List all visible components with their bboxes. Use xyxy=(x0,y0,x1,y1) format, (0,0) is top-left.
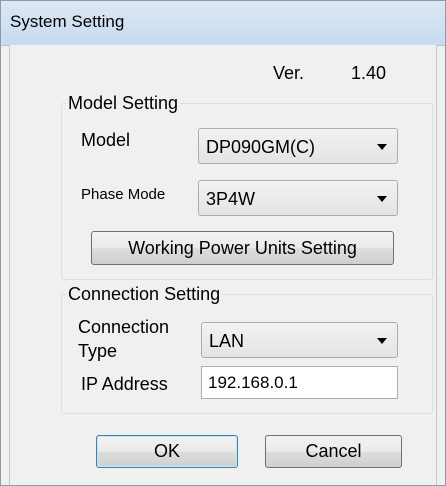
model-dropdown[interactable]: DP090GM(C) xyxy=(198,128,398,164)
chevron-down-icon[interactable] xyxy=(377,196,387,202)
version-label: Ver. xyxy=(273,63,305,83)
connection-type-dropdown[interactable]: LAN xyxy=(201,322,398,358)
model-dropdown-value: DP090GM(C) xyxy=(206,137,316,157)
connection-setting-legend: Connection Setting xyxy=(68,284,221,304)
chevron-down-icon[interactable] xyxy=(377,144,387,150)
system-setting-dialog: System Setting Ver. 1.40 Model Setting M… xyxy=(0,0,446,486)
connection-type-label-line1: Connection xyxy=(78,317,170,337)
chevron-down-icon[interactable] xyxy=(377,338,387,344)
phase-mode-dropdown-value: 3P4W xyxy=(206,189,256,209)
working-power-units-setting-button[interactable]: Working Power Units Setting xyxy=(91,231,394,265)
ip-address-label: IP Address xyxy=(81,374,168,394)
cancel-button[interactable]: Cancel xyxy=(265,435,402,468)
ip-address-value: 192.168.0.1 xyxy=(208,373,298,392)
window-title: System Setting xyxy=(10,12,125,31)
ok-button[interactable]: OK xyxy=(96,435,238,468)
title-bar[interactable]: System Setting xyxy=(1,1,445,46)
phase-mode-dropdown[interactable]: 3P4W xyxy=(198,180,398,216)
model-label: Model xyxy=(81,130,131,150)
version-value: 1.40 xyxy=(351,63,387,83)
phase-mode-label: Phase Mode xyxy=(81,186,166,203)
connection-type-dropdown-value: LAN xyxy=(209,331,245,351)
connection-type-label-line2: Type xyxy=(78,341,118,361)
ip-address-field[interactable]: 192.168.0.1 xyxy=(201,366,398,399)
model-setting-legend: Model Setting xyxy=(68,93,179,113)
